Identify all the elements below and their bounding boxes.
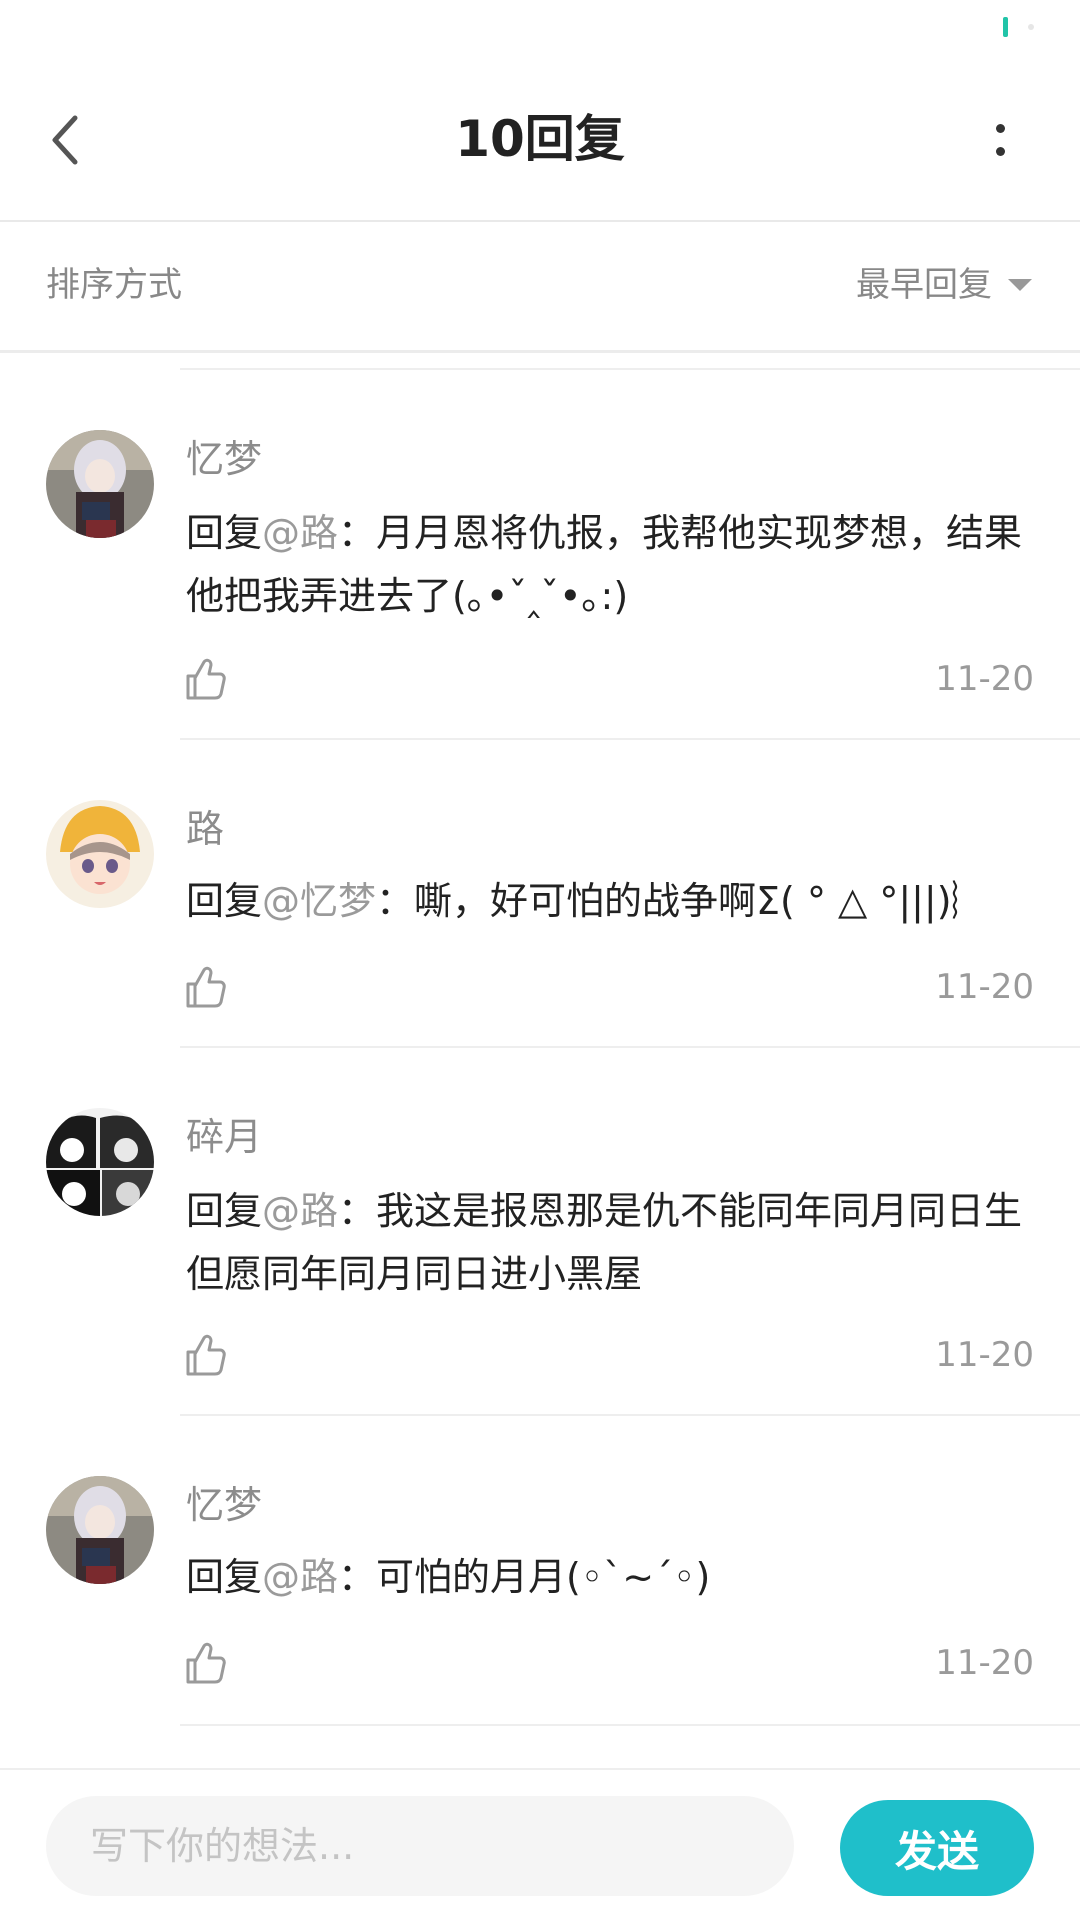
- mention-link[interactable]: @路: [262, 511, 338, 555]
- mention-link[interactable]: @路: [262, 1189, 338, 1233]
- comment-username[interactable]: 碎月: [186, 1112, 262, 1162]
- status-bar: [0, 0, 1080, 70]
- back-button[interactable]: [30, 100, 100, 180]
- reply-screen: 10回复 排序方式 最早回复 忆梦 回复@路：月月恩将仇报，我帮他实现梦想，结果…: [0, 0, 1080, 1920]
- more-vertical-icon-dot: [995, 147, 1005, 156]
- comment-date: 11-20: [935, 1643, 1034, 1683]
- reply-input[interactable]: [46, 1796, 794, 1896]
- reply-prefix: 回复: [186, 879, 263, 923]
- comment-item: 忆梦 回复@路：可怕的月月(◦`~´◦) 11-20: [0, 1416, 1080, 1724]
- chevron-left-icon: [52, 115, 78, 165]
- caret-down-icon: [1008, 279, 1032, 291]
- like-button[interactable]: [180, 962, 230, 1012]
- thumbs-up-icon: [186, 1642, 226, 1684]
- avatar[interactable]: [46, 1108, 154, 1216]
- reply-prefix: 回复: [186, 511, 263, 555]
- more-options-button[interactable]: [970, 100, 1030, 180]
- signal-indicator-icon: [1003, 17, 1008, 37]
- divider: [180, 1724, 1080, 1726]
- status-dot-icon: [1028, 24, 1034, 30]
- comment-item: 忆梦 回复@路：月月恩将仇报，我帮他实现梦想，结果他把我弄进去了(｡•ˇ‸ˇ•｡…: [0, 370, 1080, 738]
- comment-body: 回复@路：可怕的月月(◦`~´◦): [186, 1546, 1046, 1609]
- comment-username[interactable]: 忆梦: [186, 1480, 262, 1530]
- like-button[interactable]: [180, 1638, 230, 1688]
- reply-prefix: 回复: [186, 1189, 263, 1233]
- send-button[interactable]: 发送: [840, 1800, 1034, 1896]
- mention-link[interactable]: @忆梦: [262, 879, 376, 923]
- comment-date: 11-20: [935, 967, 1034, 1007]
- mention-link[interactable]: @路: [262, 1555, 338, 1599]
- thumbs-up-icon: [186, 1334, 226, 1376]
- avatar[interactable]: [46, 800, 154, 908]
- comment-date: 11-20: [935, 1335, 1034, 1375]
- top-nav-bar: 10回复: [0, 70, 1080, 222]
- sort-dropdown[interactable]: 最早回复: [856, 262, 1032, 308]
- like-button[interactable]: [180, 1330, 230, 1380]
- like-button[interactable]: [180, 654, 230, 704]
- comment-item: 碎月 回复@路：我这是报恩那是仇不能同年同月同日生但愿同年同月同日进小黑屋 11…: [0, 1048, 1080, 1414]
- page-title: 10回复: [455, 110, 625, 168]
- avatar[interactable]: [46, 1476, 154, 1584]
- sort-value: 最早回复: [856, 265, 992, 305]
- comment-body: 回复@忆梦：嘶，好可怕的战争啊Σ( ° △ °|||)︴: [186, 870, 1046, 933]
- comment-username[interactable]: 忆梦: [186, 434, 262, 484]
- sort-bar: 排序方式 最早回复: [0, 222, 1080, 353]
- comment-body: 回复@路：我这是报恩那是仇不能同年同月同日生但愿同年同月同日进小黑屋: [186, 1180, 1046, 1306]
- comment-body: 回复@路：月月恩将仇报，我帮他实现梦想，结果他把我弄进去了(｡•ˇ‸ˇ•｡:): [186, 502, 1046, 628]
- more-vertical-icon: [995, 124, 1005, 133]
- comment-text: ：可怕的月月(◦`~´◦): [338, 1555, 711, 1599]
- thumbs-up-icon: [186, 966, 226, 1008]
- sort-label: 排序方式: [46, 265, 182, 305]
- comment-item: 路 回复@忆梦：嘶，好可怕的战争啊Σ( ° △ °|||)︴ 11-20: [0, 740, 1080, 1046]
- reply-prefix: 回复: [186, 1555, 263, 1599]
- comment-text: ：嘶，好可怕的战争啊Σ( ° △ °|||)︴: [376, 879, 990, 923]
- avatar[interactable]: [46, 430, 154, 538]
- reply-input-bar: 发送: [0, 1768, 1080, 1920]
- thumbs-up-icon: [186, 658, 226, 700]
- comment-date: 11-20: [935, 659, 1034, 699]
- comment-username[interactable]: 路: [186, 804, 224, 854]
